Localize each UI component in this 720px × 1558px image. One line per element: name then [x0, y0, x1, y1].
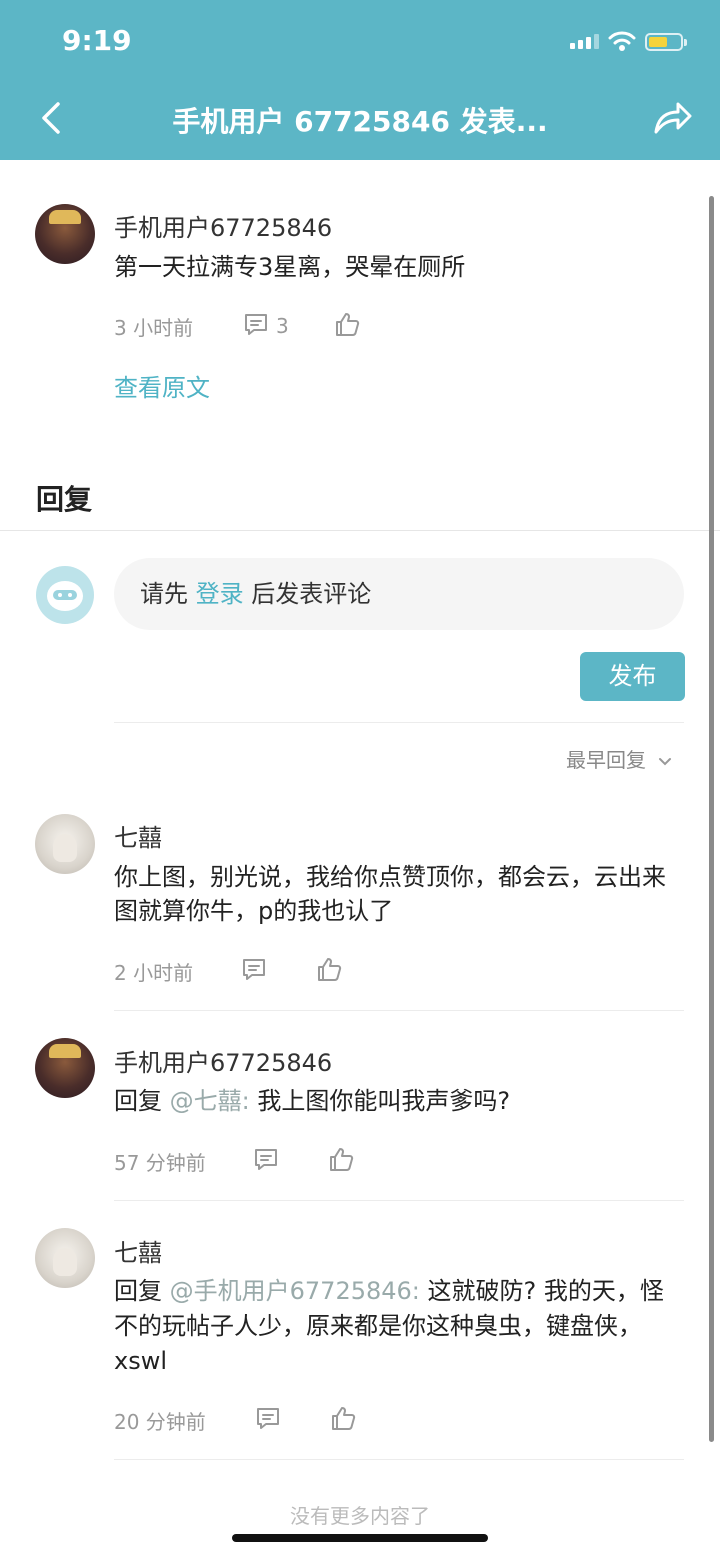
- divider: [0, 530, 720, 531]
- comment-time: 20 分钟前: [114, 1410, 206, 1434]
- login-prompt-suffix: 后发表评论: [251, 580, 372, 608]
- header-bar: 9:19 手机用户 67725846 发表...: [0, 0, 720, 160]
- comment-username[interactable]: 七囍: [114, 818, 162, 853]
- page-title: 手机用户 67725846 发表...: [172, 105, 548, 138]
- comment-time: 57 分钟前: [114, 1151, 206, 1175]
- login-prompt-prefix: 请先: [140, 580, 188, 608]
- view-original-link[interactable]: 查看原文: [114, 368, 210, 403]
- back-arrow-icon[interactable]: [34, 98, 74, 138]
- post-time: 3 小时前: [114, 316, 194, 340]
- chevron-down-icon: [659, 757, 671, 765]
- comment-icon[interactable]: [243, 313, 269, 337]
- comment-text: 回复 @手机用户67725846: 这就破防? 我的天，怪: [114, 1274, 664, 1308]
- reply-prefix: 回复: [114, 1277, 162, 1305]
- login-link[interactable]: 登录: [196, 580, 244, 608]
- comment-text: xswl: [114, 1347, 168, 1375]
- like-icon[interactable]: [328, 1146, 354, 1172]
- mention-link[interactable]: @七囍:: [170, 1087, 250, 1115]
- comment-username[interactable]: 七囍: [114, 1233, 162, 1268]
- comment-icon[interactable]: [255, 1407, 281, 1431]
- battery-icon: [645, 33, 687, 51]
- like-icon[interactable]: [334, 311, 360, 337]
- avatar[interactable]: [35, 1228, 95, 1288]
- comment-text: 图就算你牛，p的我也认了: [114, 897, 394, 925]
- sort-label: 最早回复: [566, 748, 646, 772]
- comment-input[interactable]: 请先 登录 后发表评论: [114, 558, 684, 630]
- avatar[interactable]: [35, 1038, 95, 1098]
- share-icon[interactable]: [650, 96, 694, 140]
- comment-text: 不的玩帖子人少，原来都是你这种臭虫，键盘侠，: [114, 1312, 642, 1340]
- reply-section-title: 回复: [36, 483, 93, 516]
- robot-avatar-icon: [47, 581, 83, 611]
- comment-text: 你上图，别光说，我给你点赞顶你，都会云，云出来: [114, 863, 666, 891]
- cellular-signal-icon: [570, 34, 599, 49]
- reply-prefix: 回复: [114, 1087, 162, 1115]
- comment-text: 回复 @七囍: 我上图你能叫我声爹吗?: [114, 1084, 510, 1118]
- comment-icon[interactable]: [253, 1148, 279, 1172]
- divider: [114, 722, 684, 723]
- avatar[interactable]: [35, 814, 95, 874]
- wifi-icon: [608, 31, 636, 51]
- publish-button[interactable]: 发布: [580, 652, 685, 701]
- like-icon[interactable]: [330, 1405, 356, 1431]
- comment-count: 3: [276, 314, 289, 338]
- end-of-list-text: 没有更多内容了: [290, 1504, 430, 1528]
- reply-body: 我上图你能叫我声爹吗?: [257, 1087, 511, 1115]
- divider: [114, 1200, 684, 1201]
- scrollbar[interactable]: [709, 196, 714, 1442]
- avatar[interactable]: [35, 204, 95, 264]
- sort-dropdown[interactable]: 最早回复: [566, 744, 672, 773]
- default-avatar: [36, 566, 94, 624]
- home-indicator[interactable]: [232, 1534, 488, 1542]
- comment-username[interactable]: 手机用户67725846: [114, 1043, 332, 1078]
- divider: [114, 1010, 684, 1011]
- divider: [114, 1459, 684, 1460]
- post-username[interactable]: 手机用户67725846: [114, 208, 332, 243]
- comment-icon[interactable]: [241, 958, 267, 982]
- post-content: 第一天拉满专3星离，哭晕在厕所: [114, 253, 466, 281]
- like-icon[interactable]: [316, 956, 342, 982]
- status-time: 9:19: [62, 24, 132, 57]
- comment-time: 2 小时前: [114, 961, 194, 985]
- mention-link[interactable]: @手机用户67725846:: [170, 1277, 420, 1305]
- reply-body: 这就破防? 我的天，怪: [427, 1277, 664, 1305]
